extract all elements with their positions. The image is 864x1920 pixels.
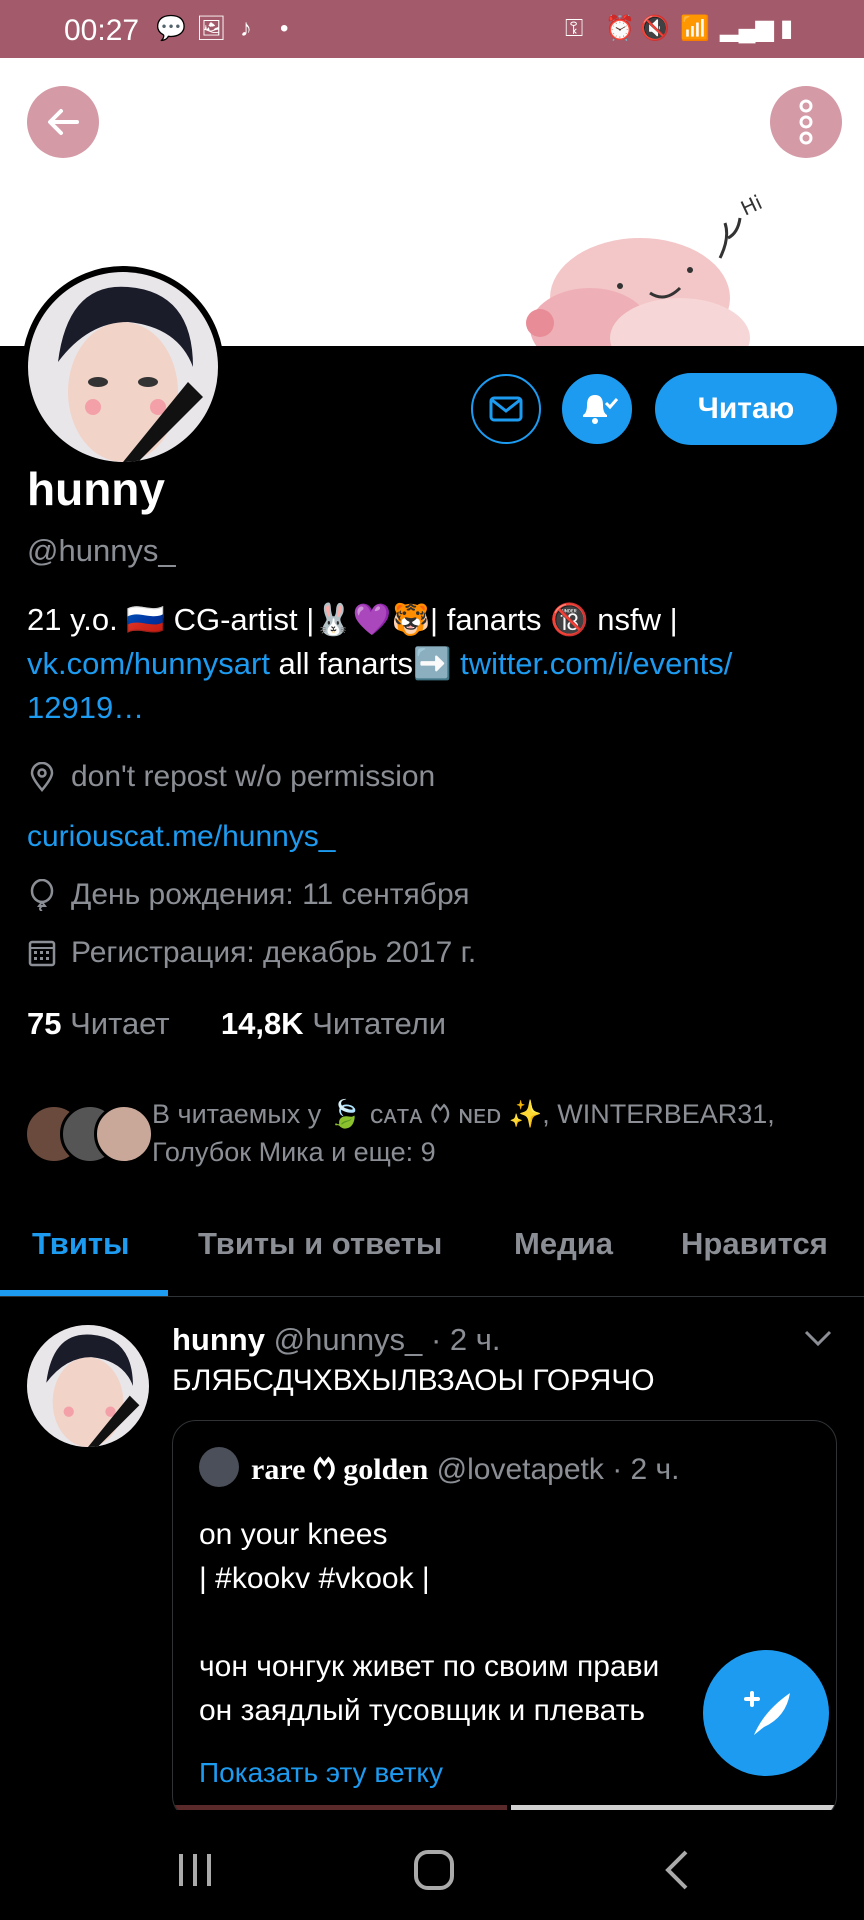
bio-text: all fanarts➡️	[269, 646, 461, 681]
compose-tweet-button[interactable]	[703, 1650, 829, 1776]
quote-line: on your knees	[199, 1518, 388, 1551]
website-link[interactable]: curiouscat.me/hunnys_	[27, 820, 336, 854]
profile-location: don't repost w/o permission	[27, 760, 435, 794]
quote-header: rare ᱬ golden @lovetapetk · 2 ч.	[251, 1447, 680, 1488]
following-stat[interactable]: 75 Читает	[27, 1006, 170, 1041]
recent-apps-icon[interactable]	[175, 1850, 215, 1890]
followers-stat[interactable]: 14,8K Читатели	[221, 1006, 446, 1041]
location-text: don't repost w/o permission	[71, 760, 436, 793]
wifi-icon: 📶	[680, 15, 710, 42]
signal-icon: ▂▄▆	[720, 15, 774, 42]
tab-media[interactable]: Медиа	[514, 1226, 613, 1262]
quote-time: · 2 ч.	[612, 1453, 680, 1486]
back-button[interactable]	[27, 86, 99, 158]
quote-author: rare ᱬ golden	[251, 1453, 429, 1486]
tweet-header: hunny @hunnys_ · 2 ч.	[172, 1322, 501, 1358]
calendar-icon	[27, 939, 57, 967]
quote-text: on your knees | #kookv #vkook | чон чонг…	[199, 1513, 659, 1733]
balloon-icon	[27, 879, 57, 911]
quote-handle: @lovetapetk	[436, 1453, 604, 1486]
gallery-icon: 🖼	[196, 15, 227, 42]
more-options-button[interactable]	[770, 86, 842, 158]
android-nav-bar	[0, 1810, 864, 1920]
tweet-handle: @hunnys_	[273, 1322, 423, 1357]
profile-stats: 75 Читает 14,8K Читатели	[27, 1006, 446, 1042]
status-time: 00:27	[64, 14, 140, 47]
tweet-text: БЛЯБСДЧХВХЫЛВЗАОЫ ГОРЯЧО	[172, 1364, 655, 1397]
svg-text:Hi: Hi	[737, 190, 766, 220]
profile-avatar[interactable]	[22, 266, 224, 468]
feather-plus-icon	[744, 1691, 790, 1735]
tab-likes[interactable]: Нравится	[681, 1226, 828, 1262]
tab-tweets-replies[interactable]: Твиты и ответы	[198, 1226, 442, 1262]
notifications-button[interactable]	[562, 374, 632, 444]
followers-label: Читатели	[312, 1006, 447, 1041]
music-icon: ♪	[240, 15, 252, 42]
mute-icon: 🔇	[640, 15, 670, 42]
alarm-icon: ⏰	[605, 15, 635, 42]
quote-line: чон чонгук живет по своим прави	[199, 1650, 660, 1683]
quote-line: он заядлый тусовщик и плевать	[199, 1694, 646, 1727]
arrow-left-icon	[48, 109, 79, 135]
bio-line-2: vk.com/hunnysart all fanarts➡️ twitter.c…	[27, 642, 732, 686]
avatar-image	[28, 272, 218, 462]
message-icon: 💬	[156, 15, 186, 42]
status-bar: 00:27 💬 🖼 ♪ • ⚿ ⏰ 🔇 📶 ▂▄▆ ▮	[0, 0, 864, 58]
tweet-avatar-image	[27, 1325, 149, 1447]
quote-line: | #kookv #vkook |	[199, 1562, 430, 1595]
tab-tweets[interactable]: Твиты	[32, 1226, 130, 1262]
tweet-avatar[interactable]	[27, 1325, 149, 1447]
following-label: Читает	[70, 1006, 170, 1041]
bio-link-vk[interactable]: vk.com/hunnysart	[27, 646, 270, 681]
battery-icon: ▮	[780, 15, 794, 42]
bio-line-3: 12919…	[27, 686, 144, 730]
bio-line-1: 21 y.o. 🇷🇺 CG-artist |🐰💜🐯| fanarts 🔞 nsf…	[27, 602, 678, 637]
dot-icon: •	[280, 15, 289, 42]
tabs-divider	[0, 1296, 864, 1297]
follower-avatar	[94, 1104, 154, 1164]
quote-avatar	[199, 1447, 239, 1487]
bell-check-icon	[583, 395, 619, 424]
tweet-author[interactable]: hunny	[172, 1322, 265, 1357]
chevron-down-icon[interactable]	[802, 1326, 834, 1350]
profile-handle: @hunnys_	[27, 533, 176, 568]
back-nav-icon[interactable]	[660, 1848, 696, 1892]
followed-by-text[interactable]: В читаемых у 🍃 ᴄᴀᴛᴀ ᱬ ɴᴇᴅ ✨, WINTERBEAR3…	[152, 1095, 842, 1171]
bio-link-twitter-cont[interactable]: 12919…	[27, 690, 144, 725]
profile-birthday: День рождения: 11 сентября	[27, 878, 470, 912]
message-button[interactable]	[471, 374, 541, 444]
followed-by-line-2: Голубок Мика и еще: 9	[152, 1137, 436, 1167]
tweet-time: · 2 ч.	[430, 1322, 501, 1357]
following-count: 75	[27, 1006, 62, 1041]
show-thread-link[interactable]: Показать эту ветку	[199, 1757, 443, 1789]
bio-link-twitter[interactable]: twitter.com/i/events/	[460, 646, 732, 681]
key-icon: ⚿	[565, 15, 584, 42]
location-pin-icon	[27, 762, 57, 792]
profile-joined: Регистрация: декабрь 2017 г.	[27, 936, 476, 970]
profile-website[interactable]: curiouscat.me/hunnys_	[27, 820, 336, 854]
profile-name: hunny	[27, 463, 165, 515]
envelope-icon	[489, 396, 523, 422]
birthday-text: День рождения: 11 сентября	[71, 878, 470, 911]
followed-by-line-1: В читаемых у 🍃 ᴄᴀᴛᴀ ᱬ ɴᴇᴅ ✨, WINTERBEAR3…	[152, 1099, 775, 1129]
followers-count: 14,8K	[220, 1006, 304, 1041]
home-icon[interactable]	[412, 1848, 456, 1892]
more-vertical-icon	[799, 99, 813, 145]
following-button[interactable]: Читаю	[655, 373, 837, 445]
joined-text: Регистрация: декабрь 2017 г.	[71, 936, 477, 969]
